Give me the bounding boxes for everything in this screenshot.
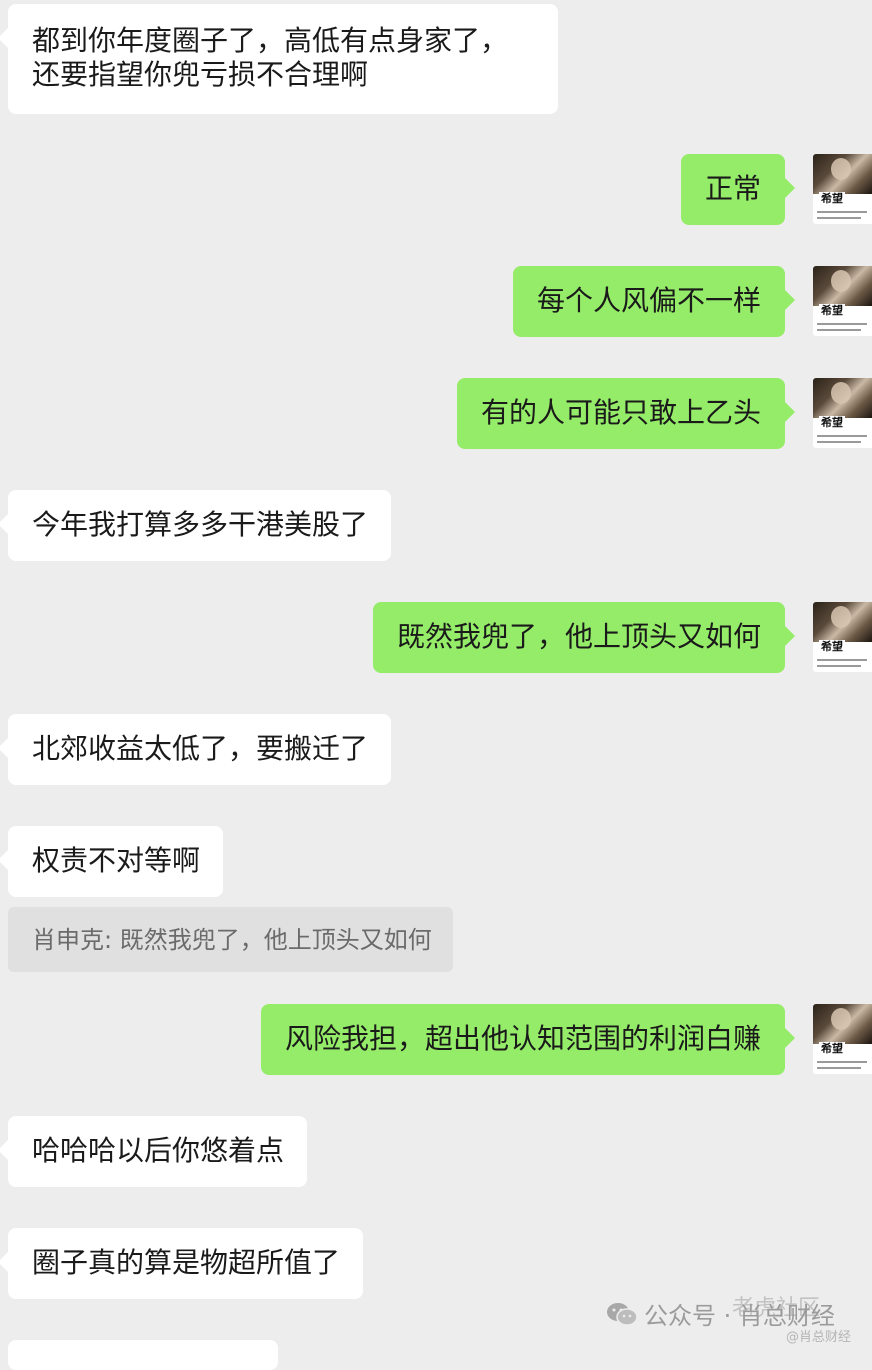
avatar-caption-line xyxy=(817,1061,867,1063)
incoming-message[interactable]: 北郊收益太低了，要搬迁了 xyxy=(0,714,391,785)
avatar-photo xyxy=(813,154,872,194)
avatar-label: 希望 xyxy=(819,640,845,654)
site-watermark-sub-text: @肖总财经 xyxy=(786,1330,852,1345)
message-text: 每个人风偏不一样 xyxy=(537,284,762,317)
avatar-photo xyxy=(813,266,872,306)
message-text: 北郊收益太低了，要搬迁了 xyxy=(32,732,369,765)
message-text: 权责不对等啊 xyxy=(32,844,201,877)
incoming-message[interactable]: 哈哈哈以后你悠着点 xyxy=(0,1116,307,1187)
avatar[interactable]: 希望 xyxy=(813,1004,872,1074)
incoming-message[interactable]: 权责不对等啊 xyxy=(0,826,223,897)
avatar-photo xyxy=(813,378,872,418)
avatar-label: 希望 xyxy=(819,416,845,430)
incoming-message-partial[interactable] xyxy=(8,1340,278,1370)
message-text: 今年我打算多多干港美股了 xyxy=(32,508,369,541)
site-watermark-sub: @肖总财经 xyxy=(786,1326,851,1345)
avatar-caption-line xyxy=(817,435,867,437)
incoming-message[interactable]: 都到你年度圈子了，高低有点身家了，还要指望你兜亏损不合理啊 xyxy=(0,4,558,114)
quoted-reply[interactable]: 肖申克: 既然我兜了，他上顶头又如何 xyxy=(8,907,453,972)
avatar-photo xyxy=(813,1004,872,1044)
quote-text: 肖申克: 既然我兜了，他上顶头又如何 xyxy=(32,926,432,954)
avatar-caption-line xyxy=(817,211,867,213)
incoming-message[interactable]: 圈子真的算是物超所值了 xyxy=(0,1228,363,1299)
avatar-caption-line xyxy=(817,217,861,219)
avatar-caption-line xyxy=(817,323,867,325)
message-text: 正常 xyxy=(705,172,762,205)
avatar-caption-line xyxy=(817,665,861,667)
incoming-message[interactable]: 今年我打算多多干港美股了 xyxy=(0,490,391,561)
message-text: 哈哈哈以后你悠着点 xyxy=(32,1134,285,1167)
outgoing-message[interactable]: 有的人可能只敢上乙头 xyxy=(457,378,795,449)
avatar-caption-line xyxy=(817,441,861,443)
wechat-icon xyxy=(606,1301,638,1333)
avatar-caption-line xyxy=(817,329,861,331)
outgoing-message[interactable]: 正常 xyxy=(681,154,795,225)
message-text: 有的人可能只敢上乙头 xyxy=(481,396,762,429)
message-text: 风险我担，超出他认知范围的利润白赚 xyxy=(285,1022,762,1055)
outgoing-message[interactable]: 每个人风偏不一样 xyxy=(513,266,795,337)
avatar[interactable]: 希望 xyxy=(813,378,872,448)
message-text: 圈子真的算是物超所值了 xyxy=(32,1246,341,1279)
outgoing-message[interactable]: 既然我兜了，他上顶头又如何 xyxy=(373,602,795,673)
avatar-label: 希望 xyxy=(819,1042,845,1056)
avatar-label: 希望 xyxy=(819,304,845,318)
message-text: 既然我兜了，他上顶头又如何 xyxy=(397,620,762,653)
avatar[interactable]: 希望 xyxy=(813,154,872,224)
avatar-photo xyxy=(813,602,872,642)
avatar-caption-line xyxy=(817,659,867,661)
message-text: 都到你年度圈子了，高低有点身家了，还要指望你兜亏损不合理啊 xyxy=(32,24,509,91)
avatar-label: 希望 xyxy=(819,192,845,206)
outgoing-message[interactable]: 风险我担，超出他认知范围的利润白赚 xyxy=(261,1004,795,1075)
avatar-caption-line xyxy=(817,1067,861,1069)
avatar[interactable]: 希望 xyxy=(813,602,872,672)
avatar[interactable]: 希望 xyxy=(813,266,872,336)
